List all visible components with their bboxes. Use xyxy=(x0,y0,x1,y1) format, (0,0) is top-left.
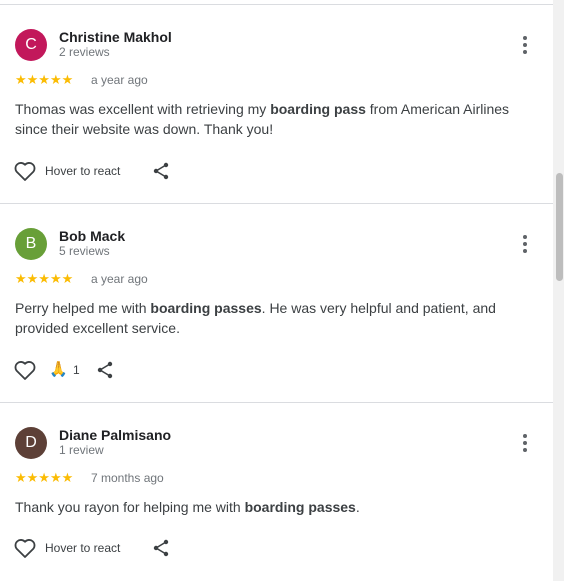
share-icon[interactable] xyxy=(95,360,115,380)
review-text-highlight: boarding passes xyxy=(150,300,262,316)
share-icon[interactable] xyxy=(151,538,171,558)
review-time: a year ago xyxy=(91,73,148,87)
review-card: B Bob Mack 5 reviews ★★★★★ a year ago Pe… xyxy=(0,204,553,403)
review-time: 7 months ago xyxy=(91,471,164,485)
avatar[interactable]: B xyxy=(15,228,47,260)
more-vert-icon[interactable] xyxy=(513,33,537,57)
heart-outline-icon[interactable] xyxy=(13,359,37,381)
folded-hands-emoji[interactable]: 🙏 xyxy=(49,361,68,379)
review-card: D Diane Palmisano 1 review ★★★★★ 7 month… xyxy=(0,403,553,581)
review-text-highlight: boarding passes xyxy=(244,499,356,515)
review-text-part: . xyxy=(355,499,360,515)
more-vert-icon[interactable] xyxy=(513,232,537,256)
star-rating: ★★★★★ xyxy=(15,72,74,87)
review-text: Perry helped me with boarding passes. He… xyxy=(15,298,535,338)
heart-outline-icon[interactable] xyxy=(13,160,37,182)
star-rating: ★★★★★ xyxy=(15,271,74,286)
review-text: Thomas was excellent with retrieving my … xyxy=(15,99,535,139)
review-text: Thank you rayon for helping me with boar… xyxy=(15,497,535,517)
review-text-highlight: boarding pass xyxy=(270,101,366,117)
review-text-part: Perry helped me with xyxy=(15,300,151,316)
reviewer-review-count: 2 reviews xyxy=(59,45,110,59)
reviewer-name[interactable]: Christine Makhol xyxy=(59,29,172,45)
review-time: a year ago xyxy=(91,272,148,286)
hover-to-react-label: Hover to react xyxy=(45,541,121,555)
avatar[interactable]: C xyxy=(15,29,47,61)
star-rating: ★★★★★ xyxy=(15,470,74,485)
reviewer-name[interactable]: Bob Mack xyxy=(59,228,125,244)
heart-outline-icon[interactable] xyxy=(13,537,37,559)
share-icon[interactable] xyxy=(151,161,171,181)
reviewer-review-count: 5 reviews xyxy=(59,244,110,258)
more-vert-icon[interactable] xyxy=(513,431,537,455)
scrollbar-thumb[interactable] xyxy=(556,173,563,281)
hover-to-react-label: Hover to react xyxy=(45,164,121,178)
scrollbar-track[interactable] xyxy=(553,0,564,581)
review-text-part: Thomas was excellent with retrieving my xyxy=(15,101,271,117)
review-text-part: Thank you rayon for helping me with xyxy=(15,499,245,515)
reviews-feed: C Christine Makhol 2 reviews ★★★★★ a yea… xyxy=(0,0,553,581)
reaction-count: 1 xyxy=(73,363,80,377)
reviewer-review-count: 1 review xyxy=(59,443,104,457)
avatar[interactable]: D xyxy=(15,427,47,459)
review-card: C Christine Makhol 2 reviews ★★★★★ a yea… xyxy=(0,5,553,204)
reviewer-name[interactable]: Diane Palmisano xyxy=(59,427,171,443)
